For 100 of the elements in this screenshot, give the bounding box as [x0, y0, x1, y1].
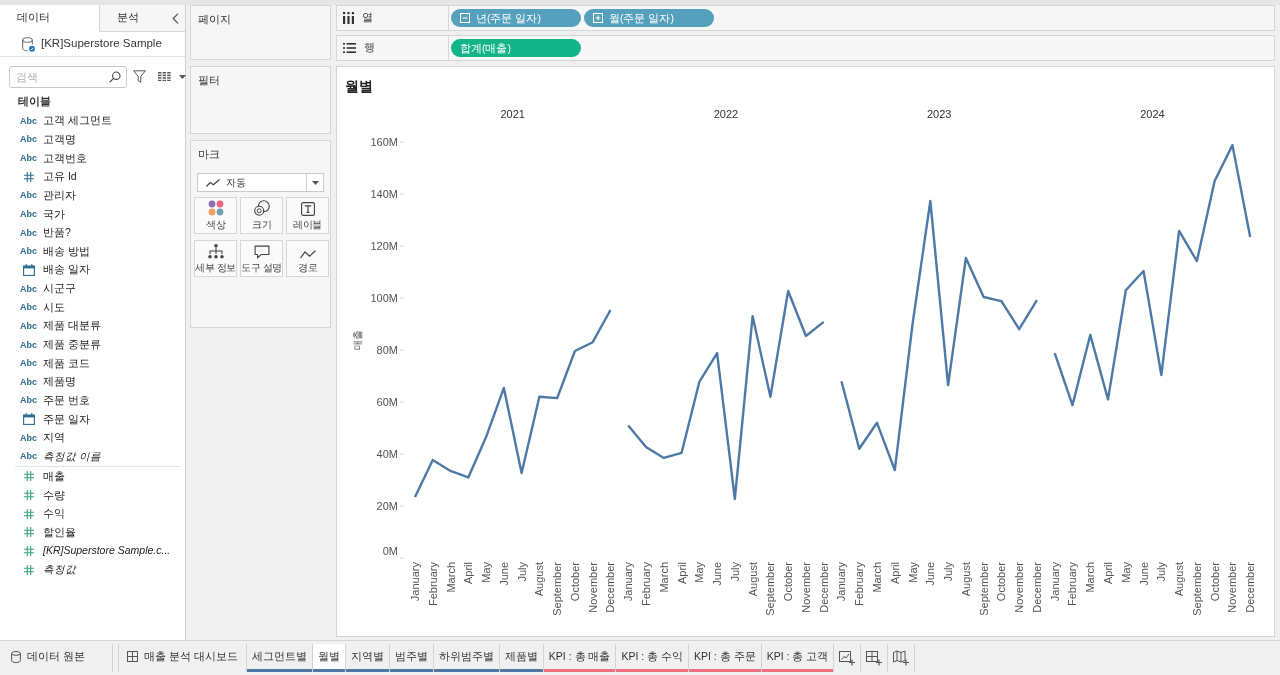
mark-property-button[interactable]: 색상 — [194, 197, 237, 234]
section-title: 테이블 — [18, 94, 51, 108]
sheet-tab[interactable]: 지역별 — [345, 644, 390, 672]
data-type-label: Abc — [20, 320, 37, 331]
dashboard-tab[interactable]: 매출 분석 대시보드 — [118, 644, 247, 672]
axis-tick-label: May — [480, 562, 493, 583]
chevron-left-icon[interactable] — [172, 12, 179, 24]
axis-tick-label: 40M — [376, 448, 398, 460]
field-item[interactable]: 국가 — [43, 207, 65, 221]
data-source-name[interactable]: [KR]Superstore Sample — [41, 35, 162, 53]
axis-tick-label: February — [853, 562, 866, 607]
data-type-label: Abc — [20, 432, 37, 443]
mark-property-button[interactable]: 레이블 — [286, 197, 329, 234]
mark-property-button[interactable]: 경로 — [286, 240, 329, 277]
field-item[interactable]: 수량 — [43, 488, 65, 502]
list-view-icon[interactable] — [158, 71, 171, 82]
axis-tick-label: May — [1119, 562, 1132, 583]
axis-tick-label: January — [409, 562, 421, 602]
data-type-label: Abc — [20, 115, 37, 126]
axis-tick-label: October — [782, 562, 795, 602]
sheet-tab[interactable]: 세그먼트별 — [246, 644, 313, 672]
field-item[interactable]: 배송 방법 — [43, 244, 90, 258]
field-item[interactable]: 주문 번호 — [43, 393, 90, 407]
field-item[interactable]: 측정값 — [43, 563, 76, 577]
data-type-label: Abc — [20, 190, 37, 201]
field-item[interactable]: 할인율 — [43, 525, 76, 539]
field-item[interactable]: 매출 — [43, 469, 65, 483]
text-box-icon — [300, 202, 315, 216]
axis-tick-label: August — [1173, 562, 1186, 597]
search-icon[interactable] — [109, 70, 121, 83]
axis-tick-label: March — [657, 562, 670, 593]
sheet-tab[interactable]: KPI : 총 고객 — [761, 644, 835, 672]
field-item[interactable]: 제품 코드 — [43, 356, 90, 370]
field-item[interactable]: 제품 중분류 — [43, 338, 101, 351]
field-item[interactable]: 시군구 — [43, 282, 76, 296]
field-item[interactable]: 제품 대분류 — [43, 319, 101, 333]
axis-tick-label: August — [959, 562, 972, 597]
grid-icon — [127, 651, 138, 662]
filter-icon[interactable] — [133, 70, 146, 83]
sheet-tab[interactable]: KPI : 총 수익 — [616, 644, 690, 672]
axis-tick-label: September — [764, 562, 777, 616]
field-item[interactable]: 고객명 — [43, 132, 76, 146]
field-item[interactable]: 지역 — [43, 431, 65, 445]
axis-tick-label: 100M — [370, 292, 398, 304]
pane-tab[interactable]: 데이터 — [0, 5, 100, 32]
caret-icon[interactable] — [311, 180, 319, 185]
column-header: 2023 — [926, 108, 952, 120]
field-item[interactable]: 측정값 이름 — [43, 449, 101, 463]
field-item[interactable]: [KR]Superstore Sample.c... — [43, 544, 171, 558]
caret-icon[interactable] — [179, 74, 186, 79]
hash-icon — [23, 471, 34, 482]
rows-icon — [343, 43, 356, 53]
data-type-label: Abc — [20, 358, 37, 369]
axis-tick-label: December — [604, 562, 617, 613]
field-item[interactable]: 고유 Id — [43, 170, 77, 184]
sheet-tab[interactable]: KPI : 총 매출 — [543, 644, 617, 672]
minus-box-icon[interactable] — [460, 13, 470, 23]
field-item[interactable]: 제품명 — [43, 375, 76, 389]
field-item[interactable]: 반품? — [43, 226, 71, 240]
plus-box-icon[interactable] — [593, 13, 603, 23]
column-header: 2021 — [500, 108, 525, 120]
sheet-tab[interactable]: 범주별 — [389, 644, 434, 672]
field-item[interactable]: 고객 세그먼트 — [43, 114, 112, 128]
mark-property-button[interactable]: 세부 정보 — [194, 240, 237, 277]
axis-tick-label: January — [1048, 562, 1061, 602]
axis-tick-label: July — [1155, 562, 1168, 582]
search-field[interactable]: 검색 — [9, 65, 127, 88]
data-type-label: Abc — [20, 246, 37, 257]
axis-tick-label: 0M — [382, 545, 398, 557]
field-item[interactable]: 배송 일자 — [43, 263, 90, 277]
field-item[interactable]: 고객번호 — [43, 151, 87, 165]
axis-tick-label: April — [1102, 562, 1115, 584]
field-item[interactable]: 수익 — [43, 507, 65, 521]
axis-tick-label: 120M — [370, 240, 398, 252]
field-item[interactable]: 시도 — [43, 300, 65, 314]
mark-type-dropdown[interactable]: 자동 — [197, 173, 324, 192]
new-sheet-icon — [839, 650, 856, 666]
sheet-tab[interactable]: 하위범주별 — [433, 644, 500, 672]
mark-property-button[interactable]: 크기 — [240, 197, 283, 234]
sheet-tab[interactable]: 제품별 — [499, 644, 544, 672]
axis-tick-label: May — [906, 562, 919, 583]
axis-tick-label: July — [515, 562, 528, 582]
axis-tick-label: June — [711, 562, 724, 586]
sheet-tab[interactable]: 월별 — [312, 644, 346, 672]
mark-property-button[interactable]: 도구 설명 — [240, 240, 283, 277]
axis-tick-label: 80M — [376, 344, 398, 356]
data-type-label: Abc — [20, 209, 37, 219]
field-item[interactable]: 주문 일자 — [43, 412, 90, 426]
axis-tick-label: December — [817, 562, 830, 613]
axis-tick-label: September — [977, 562, 990, 616]
data-type-label: Abc — [20, 227, 37, 238]
sheet-tab[interactable]: KPI : 총 주문 — [689, 644, 762, 672]
axis-tick-label: August — [533, 562, 546, 597]
data-type-label: Abc — [20, 153, 37, 164]
hash-icon — [23, 564, 34, 575]
axis-tick-label: April — [888, 562, 901, 584]
field-item[interactable]: 관리자 — [43, 188, 76, 202]
calendar-icon — [22, 413, 35, 426]
axis-tick-label: July — [942, 562, 955, 582]
hash-icon — [23, 490, 34, 500]
